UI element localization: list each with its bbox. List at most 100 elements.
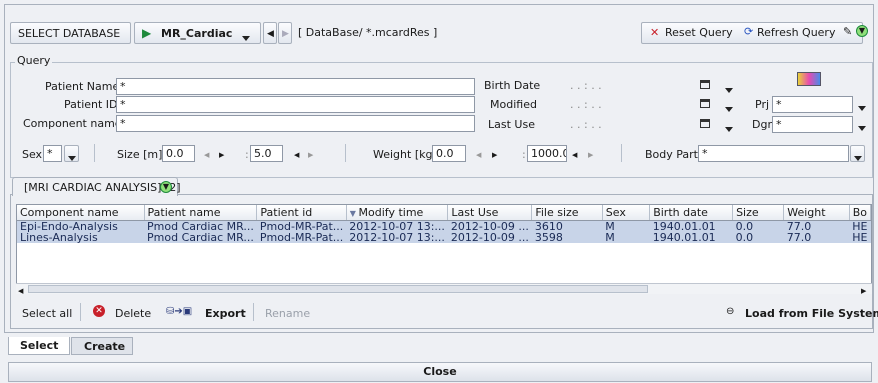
component-name-field[interactable]: * [116, 115, 475, 132]
table-cell: M [602, 232, 650, 243]
chevron-down-icon [242, 31, 250, 45]
table-cell: 2012-10-07 13:... [346, 232, 448, 243]
column-header[interactable]: Last Use [447, 205, 533, 221]
column-header[interactable]: Birth date [649, 205, 734, 221]
refresh-query-button[interactable]: Refresh Query [757, 26, 835, 40]
birth-date-dropdown-icon[interactable] [725, 83, 733, 97]
column-header-label: Weight [787, 206, 826, 219]
db-name: MR_Cardiac [161, 27, 233, 40]
delete-button[interactable]: Delete [115, 307, 151, 321]
size-max-left-icon[interactable]: ◀ [294, 148, 299, 162]
column-header[interactable]: File size [531, 205, 603, 221]
scroll-left-icon[interactable]: ◀ [18, 284, 23, 298]
body-part-dropdown-button[interactable] [850, 145, 865, 162]
column-header[interactable]: Size [732, 205, 785, 221]
last-use-dropdown-icon[interactable] [725, 122, 733, 136]
body-part-label: Body Part [645, 148, 698, 161]
export-button[interactable]: Export [205, 307, 246, 321]
birth-date-value: . . : . . [570, 79, 602, 92]
size-max-right-icon[interactable]: ▶ [308, 148, 313, 162]
dgn-dropdown-icon[interactable] [858, 121, 866, 135]
expand-icon[interactable]: ▼ [160, 181, 172, 193]
horizontal-scrollbar[interactable]: ◀ ▶ [16, 283, 872, 295]
weight-min-field[interactable]: 0.0 [432, 145, 466, 162]
column-header[interactable]: Bo [849, 205, 871, 221]
size-min-field[interactable]: 0.0 [162, 145, 195, 162]
prj-dropdown-icon[interactable] [858, 101, 866, 115]
table-header: Component name Patient name Patient id ▼ Mo… [17, 205, 871, 221]
tab-select[interactable]: Select [8, 337, 70, 355]
results-tab[interactable]: [MRI CARDIAC ANALYSIS] [2] ▼ [12, 177, 181, 196]
column-header-label: Sex [605, 206, 626, 219]
rename-button[interactable]: Rename [265, 307, 310, 321]
table-cell: HE [849, 220, 871, 232]
weight-max-field[interactable]: 1000.0 [527, 145, 567, 162]
modified-dropdown-icon[interactable] [725, 102, 733, 116]
birth-date-calendar-icon[interactable] [700, 80, 710, 89]
db-prev-button[interactable]: ◀ [263, 22, 277, 44]
table-cell: Pmod-MR-Pat... [256, 220, 347, 232]
table-row[interactable]: Lines-Analysis Pmod Cardiac MR... Pmod-MR-… [17, 232, 871, 243]
db-next-button[interactable]: ▶ [278, 22, 292, 44]
body-part-field[interactable]: * [698, 145, 849, 162]
weight-min-right-icon[interactable]: ▶ [492, 148, 497, 162]
size-max-field[interactable]: 5.0 [250, 145, 283, 162]
tab-select-label: Select [20, 339, 59, 352]
results-table: Component name Patient name Patient id ▼ Mo… [17, 205, 871, 243]
prj-field[interactable]: * [772, 96, 853, 113]
select-all-button[interactable]: Select all [22, 307, 72, 321]
column-header[interactable]: ▼ Modify time [346, 205, 449, 221]
table-cell: 77.0 [783, 220, 850, 232]
patient-id-field[interactable]: * [116, 96, 475, 113]
close-button[interactable]: Close [8, 362, 872, 382]
tab-create[interactable]: Create [71, 337, 133, 355]
sex-field[interactable]: * [43, 145, 62, 162]
table-cell: Pmod-MR-Pat... [256, 232, 347, 243]
column-header-label: Modify time [358, 206, 424, 219]
color-palette-icon[interactable] [797, 72, 821, 86]
modified-calendar-icon[interactable] [700, 99, 710, 108]
reset-query-button[interactable]: Reset Query [665, 26, 733, 40]
last-use-calendar-icon[interactable] [700, 119, 710, 128]
table-cell: Epi-Endo-Analysis [17, 220, 145, 232]
select-database-button[interactable]: SELECT DATABASE [10, 22, 131, 44]
reset-icon: ✕ [650, 26, 660, 39]
column-header-label: Component name [20, 206, 119, 219]
table-cell: Pmod Cardiac MR... [144, 232, 257, 243]
weight-max-left-icon[interactable]: ◀ [572, 148, 577, 162]
db-selector[interactable]: ▶ MR_Cardiac [134, 22, 261, 44]
column-header[interactable]: Sex [602, 205, 651, 221]
expand-icon[interactable]: ▼ [856, 25, 868, 37]
close-button-label: Close [423, 365, 457, 378]
table-cell: 2012-10-07 13:... [346, 220, 448, 232]
separator [94, 144, 95, 162]
weight-max-right-icon[interactable]: ▶ [588, 148, 593, 162]
column-header-label: Patient name [147, 206, 221, 219]
table-cell: 3598 [531, 232, 603, 243]
results-tab-label: [MRI CARDIAC ANALYSIS] [2] [24, 181, 181, 194]
patient-name-field[interactable]: * [116, 78, 475, 95]
column-header[interactable]: Patient name [144, 205, 258, 221]
weight-min-left-icon[interactable]: ◀ [476, 148, 481, 162]
column-header[interactable]: Patient id [256, 205, 347, 221]
table-cell: HE [849, 232, 871, 243]
sex-dropdown-button[interactable] [64, 145, 79, 162]
table-cell: Lines-Analysis [17, 232, 145, 243]
column-header-label: Patient id [260, 206, 313, 219]
table-cell: 77.0 [783, 232, 850, 243]
top-bar: SELECT DATABASE ▶ MR_Cardiac ◀ ▶ [ DataB… [10, 22, 870, 44]
size-min-right-icon[interactable]: ▶ [219, 148, 224, 162]
tab-create-label: Create [84, 340, 126, 353]
column-header[interactable]: Weight [783, 205, 850, 221]
scroll-right-icon[interactable]: ▶ [861, 284, 866, 298]
settings-icon[interactable]: ✎ [843, 25, 852, 39]
load-from-file-system-button[interactable]: Load from File System [745, 307, 878, 321]
results-table-container: Component name Patient name Patient id ▼ Mo… [16, 204, 872, 291]
size-min-left-icon[interactable]: ◀ [204, 148, 209, 162]
export-icon: ⛁➔▣ [166, 306, 193, 317]
column-header[interactable]: Component name [17, 205, 145, 221]
scrollbar-thumb[interactable] [28, 285, 648, 293]
dgn-field[interactable]: * [772, 116, 853, 133]
table-row[interactable]: Epi-Endo-Analysis Pmod Cardiac MR... Pmod-… [17, 220, 871, 232]
table-cell: 1940.01.01 [649, 232, 733, 243]
